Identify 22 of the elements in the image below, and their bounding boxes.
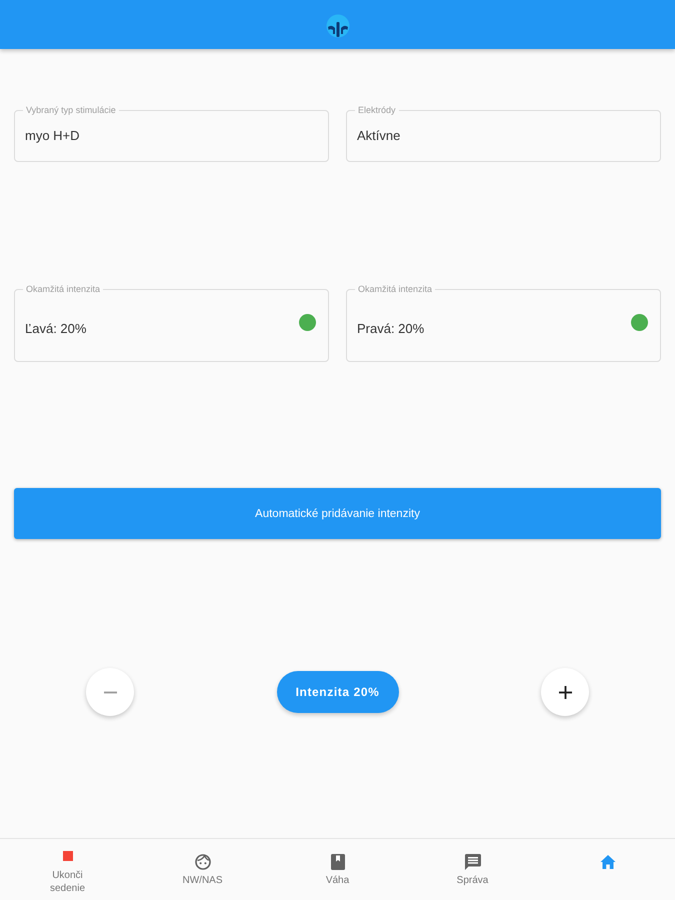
nav-item[interactable]: Správa [405,839,540,900]
plus-icon [558,686,572,698]
increase-button[interactable] [541,668,589,716]
field-label: Okamžitá intenzita [357,284,434,295]
stop-square-icon [62,851,72,861]
nav-item[interactable]: Váha [270,839,405,900]
auto-increase-button[interactable]: Automatické pridávanie intenzity [14,488,661,539]
chat-icon [464,854,480,870]
field-label: Elektródy [357,105,397,116]
intensity-button[interactable]: Intenzita 20% [276,671,398,713]
text-field[interactable]: Okamžitá intenzita Pravá: 20% [346,284,661,362]
field-label: Vybraný typ stimulácie [25,105,117,116]
book-icon [330,854,346,870]
text-field[interactable]: Elektródy Aktívne [346,105,661,162]
text-field[interactable]: Vybraný typ stimulácie myo H+D [14,105,329,162]
field-label: Okamžitá intenzita [25,284,102,295]
text-field[interactable]: Okamžitá intenzita Ľavá: 20% [14,284,329,362]
nav-item[interactable]: NW/NAS [135,839,270,900]
home-icon [600,854,616,870]
logo-icon [326,14,350,38]
face-icon [194,854,210,870]
nav-item[interactable]: Ukonči sedenie [0,839,135,900]
